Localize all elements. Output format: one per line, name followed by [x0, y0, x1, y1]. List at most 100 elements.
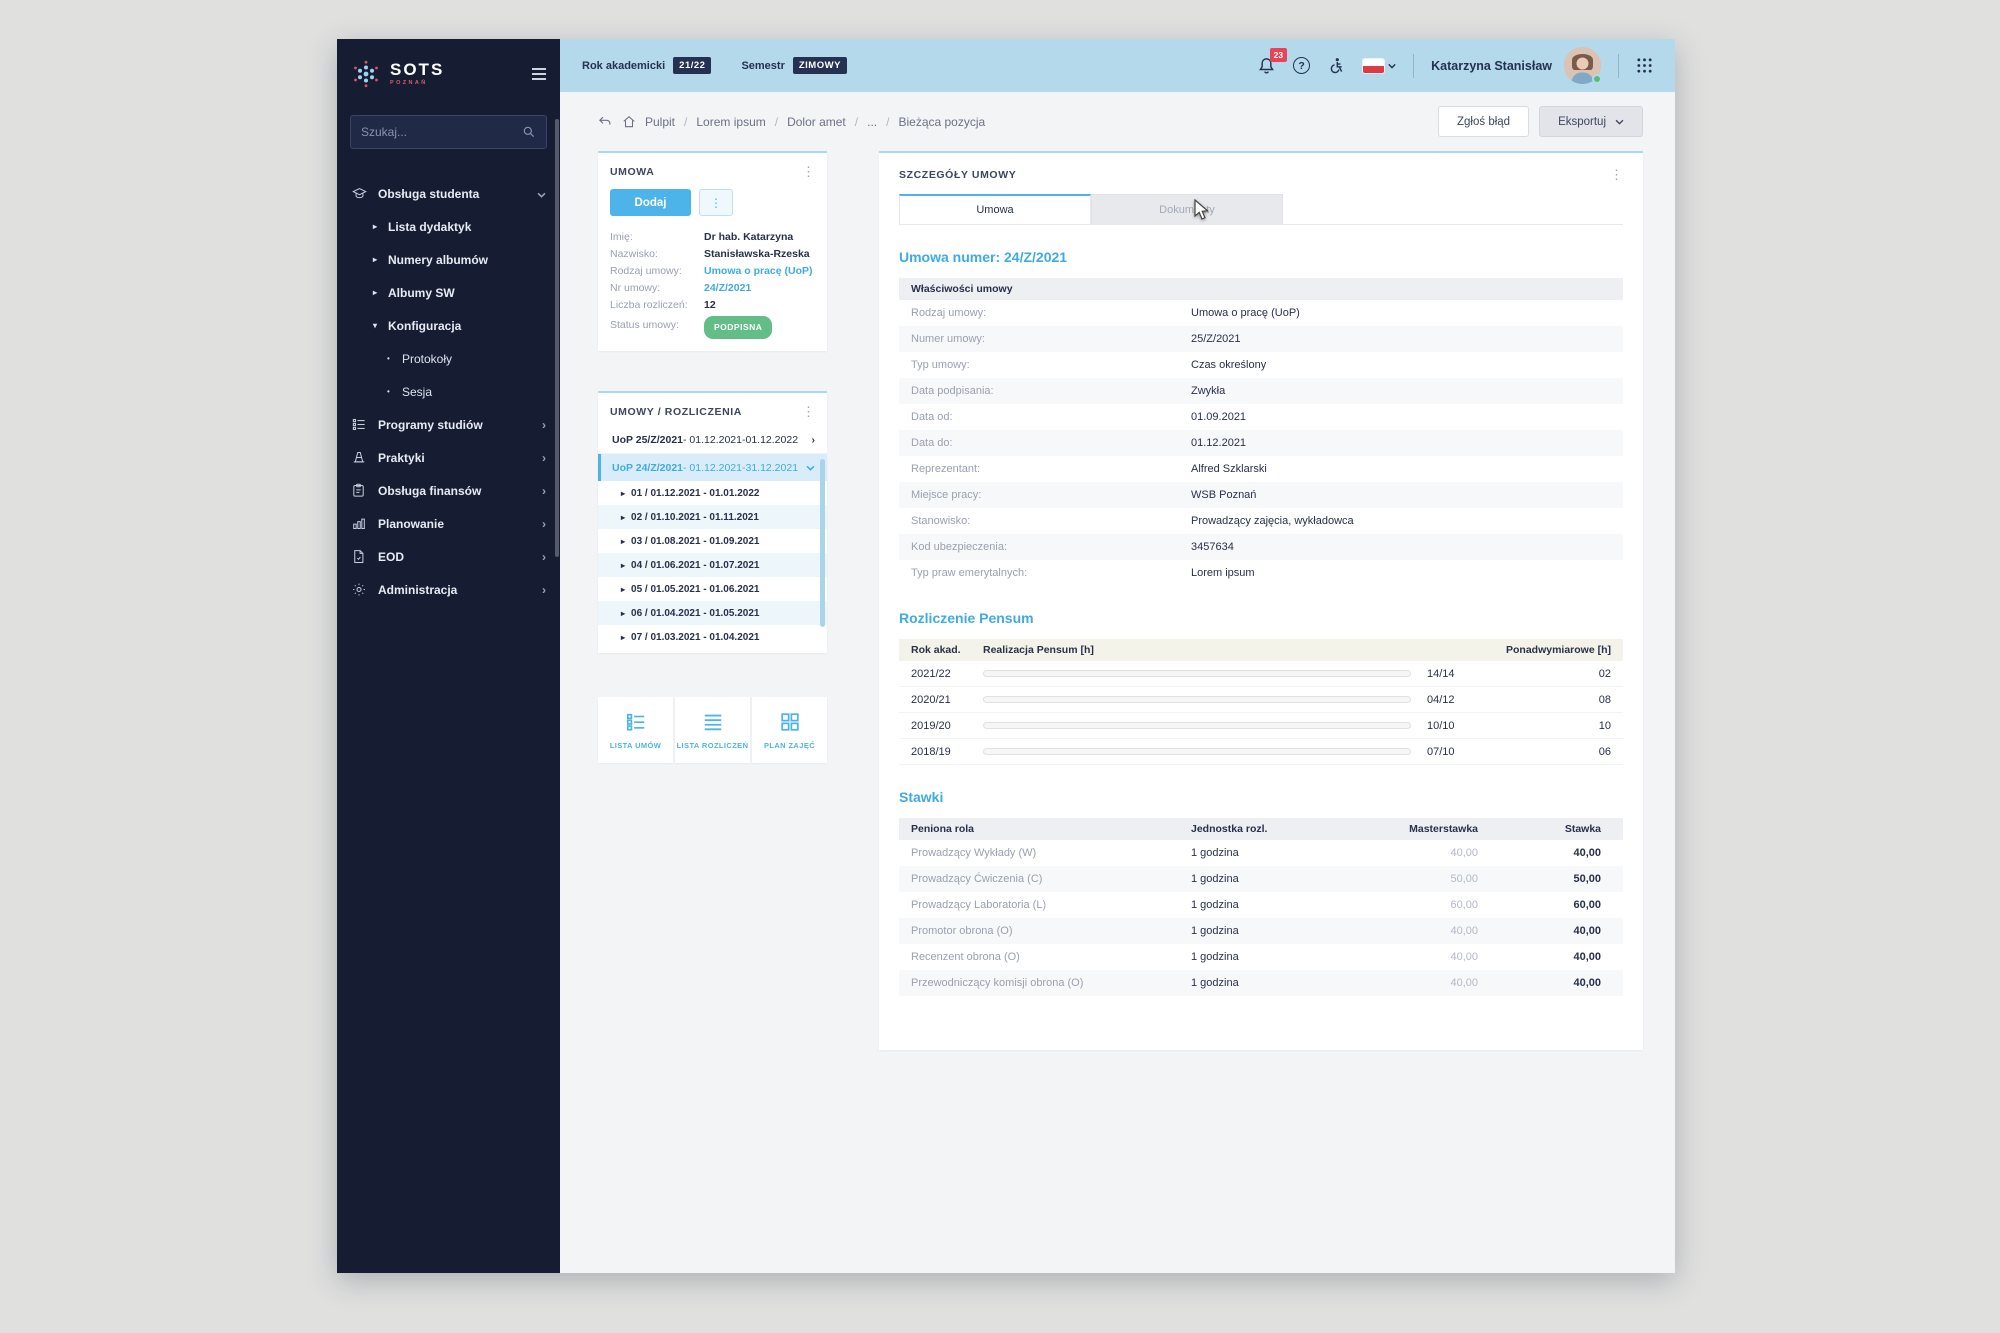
shortcut-tile-label: LISTA ROZLICZEŃ: [677, 741, 749, 750]
chevron-right-icon: ›: [542, 517, 546, 531]
settlement-period-row[interactable]: ▸06 / 01.04.2021 - 01.05.2021: [598, 601, 827, 625]
pensum-bar-zone: 04/12: [983, 694, 1471, 706]
sidebar-nav: Obsługa studenta▸Lista dydaktyk▸Numery a…: [337, 167, 560, 616]
sidebar-item-praktyki[interactable]: Praktyki›: [337, 441, 560, 474]
shortcut-tile-lista-rozliczen[interactable]: LISTA ROZLICZEŃ: [675, 697, 750, 763]
tab-umowa[interactable]: Umowa: [899, 194, 1091, 224]
notifications-bell-icon[interactable]: 23: [1257, 56, 1276, 76]
contract-number-heading: Umowa numer: 24/Z/2021: [899, 249, 1623, 265]
list-icon: [351, 417, 368, 432]
property-label: Data podpisania:: [911, 385, 1191, 397]
sidebar-item-lista-dydaktyk[interactable]: ▸Lista dydaktyk: [337, 210, 560, 243]
poland-flag-icon: [1363, 59, 1384, 73]
stawki-row: Przewodniczący komisji obrona (O)1 godzi…: [899, 970, 1623, 996]
bar-chart-icon: [351, 516, 368, 531]
field-value-link[interactable]: Umowa o pracę (UoP): [704, 263, 813, 280]
property-label: Typ praw emerytalnych:: [911, 567, 1191, 579]
sidebar-item-eod[interactable]: EOD›: [337, 540, 560, 573]
add-button[interactable]: Dodaj: [610, 189, 691, 216]
property-value: WSB Poznań: [1191, 489, 1256, 501]
sidebar-item-label: Numery albumów: [388, 253, 488, 267]
property-value: Umowa o pracę (UoP): [1191, 307, 1300, 319]
academic-year-label: Rok akademicki: [582, 60, 665, 72]
settlement-period-row[interactable]: ▸03 / 01.08.2021 - 01.09.2021: [598, 529, 827, 553]
field-label: Nr umowy:: [610, 280, 704, 297]
rozliczenia-card-kebab-icon[interactable]: ⋮: [802, 405, 815, 418]
sidebar-item-obsluga-studenta[interactable]: Obsługa studenta: [337, 177, 560, 210]
triangle-right-icon: ▸: [621, 537, 625, 546]
settlement-period-label: 06 / 01.04.2021 - 01.05.2021: [631, 608, 759, 619]
contract-details-panel: SZCZEGÓŁY UMOWY ⋮ UmowaDokumenty Umowa n…: [879, 151, 1643, 1050]
search-icon: [522, 125, 536, 139]
pensum-overtime-value: 08: [1471, 694, 1611, 706]
stawki-role: Prowadzący Wykłady (W): [911, 847, 1191, 859]
topbar: Rok akademicki 21/22 Semestr ZIMOWY: [560, 39, 1675, 92]
tab-dokumenty[interactable]: Dokumenty: [1091, 194, 1283, 224]
breadcrumb-item[interactable]: Bieżąca pozycja: [898, 115, 985, 129]
contract-tree-item[interactable]: UoP 25/Z/2021 - 01.12.2021-01.12.2022›: [598, 427, 827, 454]
apps-grid-icon[interactable]: [1636, 57, 1653, 74]
pensum-value: 10/10: [1427, 720, 1471, 732]
report-bug-button[interactable]: Zgłoś błąd: [1438, 106, 1529, 137]
user-menu[interactable]: Katarzyna Stanisław: [1431, 47, 1601, 84]
back-icon[interactable]: [598, 115, 613, 128]
export-button[interactable]: Eksportuj: [1539, 106, 1643, 137]
shortcut-tile-lista-umow[interactable]: LISTA UMÓW: [598, 697, 673, 763]
sidebar-item-numery-albumow[interactable]: ▸Numery albumów: [337, 243, 560, 276]
shortcut-tile-plan-zajec[interactable]: PLAN ZAJĘĆ: [752, 697, 827, 763]
property-value: Czas określony: [1191, 359, 1266, 371]
property-value: Prowadzący zajęcia, wykładowca: [1191, 515, 1354, 527]
nav-marker-icon: ▸: [373, 288, 381, 297]
breadcrumb-item[interactable]: ...: [867, 115, 877, 129]
document-icon: [351, 549, 368, 564]
details-kebab-icon[interactable]: ⋮: [1610, 168, 1623, 181]
sidebar-item-sesja[interactable]: •Sesja: [337, 375, 560, 408]
sidebar-scrollbar[interactable]: [555, 119, 559, 557]
umowa-card-kebab-icon[interactable]: ⋮: [802, 165, 815, 178]
tree-scrollbar[interactable]: [820, 459, 825, 627]
shortcut-tile-label: PLAN ZAJĘĆ: [764, 741, 815, 750]
hamburger-menu-icon[interactable]: [532, 68, 546, 80]
field-value-link[interactable]: 24/Z/2021: [704, 280, 751, 297]
accessibility-icon[interactable]: [1327, 56, 1346, 76]
sidebar-item-protokoly[interactable]: •Protokoły: [337, 342, 560, 375]
breadcrumb-separator: /: [886, 115, 889, 129]
sidebar-item-administracja[interactable]: Administracja›: [337, 573, 560, 606]
semester-badge[interactable]: ZIMOWY: [793, 57, 847, 74]
sidebar-item-konfiguracja[interactable]: ▾Konfiguracja: [337, 309, 560, 342]
sidebar: SOTS POZNAŃ Obsługa studenta▸Lista dydak…: [337, 39, 560, 1273]
breadcrumb-item[interactable]: Lorem ipsum: [696, 115, 765, 129]
settlement-period-row[interactable]: ▸02 / 01.10.2021 - 01.11.2021: [598, 505, 827, 529]
property-value: Lorem ipsum: [1191, 567, 1255, 579]
academic-year-badge[interactable]: 21/22: [673, 57, 711, 74]
breadcrumb-item[interactable]: Dolor amet: [787, 115, 846, 129]
stawki-table: Peniona rola Jednostka rozl. Masterstawk…: [899, 818, 1623, 996]
settlement-period-row[interactable]: ▸01 / 01.12.2021 - 01.01.2022: [598, 481, 827, 505]
sidebar-item-albumy-sw[interactable]: ▸Albumy SW: [337, 276, 560, 309]
property-row: Data od:01.09.2021: [899, 404, 1623, 430]
stawki-role: Recenzent obrona (O): [911, 951, 1191, 963]
property-row: Typ umowy:Czas określony: [899, 352, 1623, 378]
contract-tree-item[interactable]: UoP 24/Z/2021 - 01.12.2021-31.12.2021: [598, 454, 827, 481]
pensum-row: 2018/1907/1006: [899, 739, 1623, 765]
stawki-row: Recenzent obrona (O)1 godzina40,0040,00: [899, 944, 1623, 970]
property-label: Reprezentant:: [911, 463, 1191, 475]
search-input[interactable]: [361, 125, 516, 139]
settlement-period-row[interactable]: ▸04 / 01.06.2021 - 01.07.2021: [598, 553, 827, 577]
sidebar-item-planowanie[interactable]: Planowanie›: [337, 507, 560, 540]
breadcrumb-item[interactable]: Pulpit: [645, 115, 675, 129]
triangle-right-icon: ▸: [621, 489, 625, 498]
chevron-down-icon: [1388, 63, 1396, 69]
home-icon[interactable]: [622, 115, 636, 129]
field-label: Nazwisko:: [610, 246, 704, 263]
chevron-right-icon: ›: [812, 434, 816, 446]
sidebar-item-programy-studiow[interactable]: Programy studiów›: [337, 408, 560, 441]
sidebar-item-obsluga-finansow[interactable]: Obsługa finansów›: [337, 474, 560, 507]
help-icon[interactable]: ?: [1293, 57, 1310, 74]
settlement-period-row[interactable]: ▸05 / 01.05.2021 - 01.06.2021: [598, 577, 827, 601]
sidebar-item-label: Praktyki: [378, 451, 425, 465]
stawki-col-role: Peniona rola: [911, 823, 1191, 835]
language-selector[interactable]: [1363, 59, 1396, 73]
settlement-period-row[interactable]: ▸07 / 01.03.2021 - 01.04.2021: [598, 625, 827, 649]
more-actions-kebab-icon[interactable]: ⋮: [699, 189, 733, 216]
